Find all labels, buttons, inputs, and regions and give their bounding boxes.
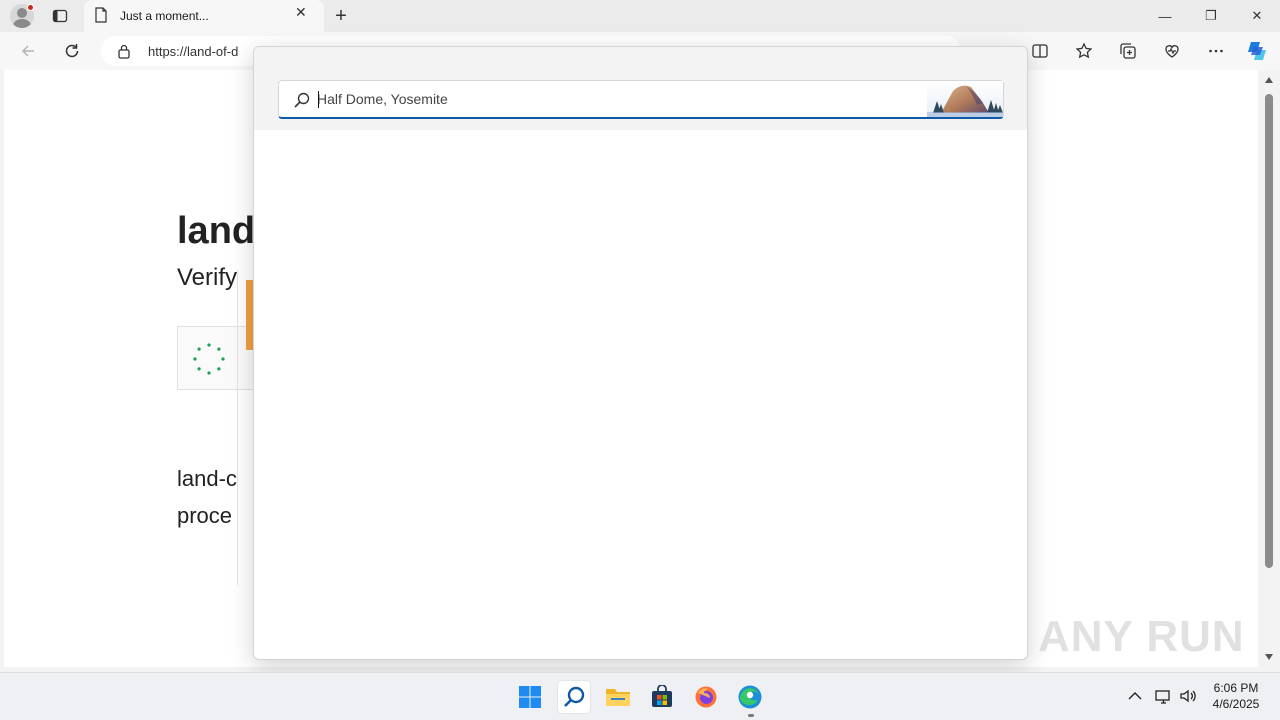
edge-browser-icon[interactable]: [734, 681, 766, 713]
clock-date[interactable]: 4/6/2025: [1200, 697, 1272, 711]
new-tab-icon[interactable]: +: [329, 4, 353, 28]
scroll-up-icon[interactable]: [1264, 76, 1274, 84]
close-window-button[interactable]: ✕: [1234, 0, 1280, 32]
volume-icon[interactable]: [1178, 686, 1198, 706]
tab-strip: Just a moment... ✕ + — ❐ ✕: [0, 0, 1280, 32]
tab-title: Just a moment...: [120, 9, 209, 23]
active-tab[interactable]: Just a moment... ✕: [84, 0, 324, 32]
page-subtitle: Verify: [177, 264, 238, 291]
page-description: land-c proce: [177, 460, 237, 534]
profile-notification-dot: [27, 4, 34, 11]
vertical-scrollbar[interactable]: [1258, 70, 1280, 667]
browser-essentials-icon[interactable]: [1160, 39, 1184, 63]
url-text[interactable]: https://land-of-d: [148, 44, 238, 59]
show-hidden-icons-icon[interactable]: [1125, 686, 1145, 706]
lock-icon[interactable]: [117, 43, 131, 64]
search-box[interactable]: [278, 80, 1004, 119]
clock-time[interactable]: 6:06 PM: [1200, 681, 1272, 695]
search-highlight-mountain-icon[interactable]: [927, 81, 1003, 117]
refresh-icon[interactable]: [60, 39, 84, 63]
minimize-button[interactable]: —: [1142, 0, 1188, 32]
microsoft-store-icon[interactable]: [646, 681, 678, 713]
taskbar: [0, 672, 1280, 720]
tab-actions-icon[interactable]: [48, 4, 72, 28]
more-options-icon[interactable]: [1204, 39, 1228, 63]
description-line: proce: [177, 503, 233, 528]
loading-spinner-icon: [193, 343, 225, 375]
search-input[interactable]: [317, 81, 917, 117]
taskbar-search-icon[interactable]: [558, 681, 590, 713]
windows-search-panel: [253, 46, 1028, 660]
firefox-icon[interactable]: [690, 681, 722, 713]
page-icon: [94, 7, 108, 28]
tab-close-icon[interactable]: ✕: [295, 4, 307, 21]
running-indicator: [748, 714, 754, 717]
description-line: land-c: [177, 466, 237, 491]
back-arrow-icon[interactable]: [16, 39, 40, 63]
scroll-thumb[interactable]: [1265, 94, 1273, 568]
file-explorer-icon[interactable]: [602, 681, 634, 713]
watermark-logo: ANY RUN: [1038, 612, 1245, 661]
collections-icon[interactable]: [1116, 39, 1140, 63]
favorites-icon[interactable]: [1072, 39, 1096, 63]
split-screen-icon[interactable]: [1028, 39, 1052, 63]
scroll-down-icon[interactable]: [1264, 653, 1274, 661]
search-icon: [293, 91, 311, 114]
start-button-icon[interactable]: [514, 681, 546, 713]
copilot-icon[interactable]: [1245, 39, 1269, 63]
network-icon[interactable]: [1153, 686, 1173, 706]
text-caret: [318, 91, 319, 108]
search-header: [254, 47, 1027, 130]
page-title: land: [177, 210, 256, 252]
restore-button[interactable]: ❐: [1188, 0, 1234, 32]
